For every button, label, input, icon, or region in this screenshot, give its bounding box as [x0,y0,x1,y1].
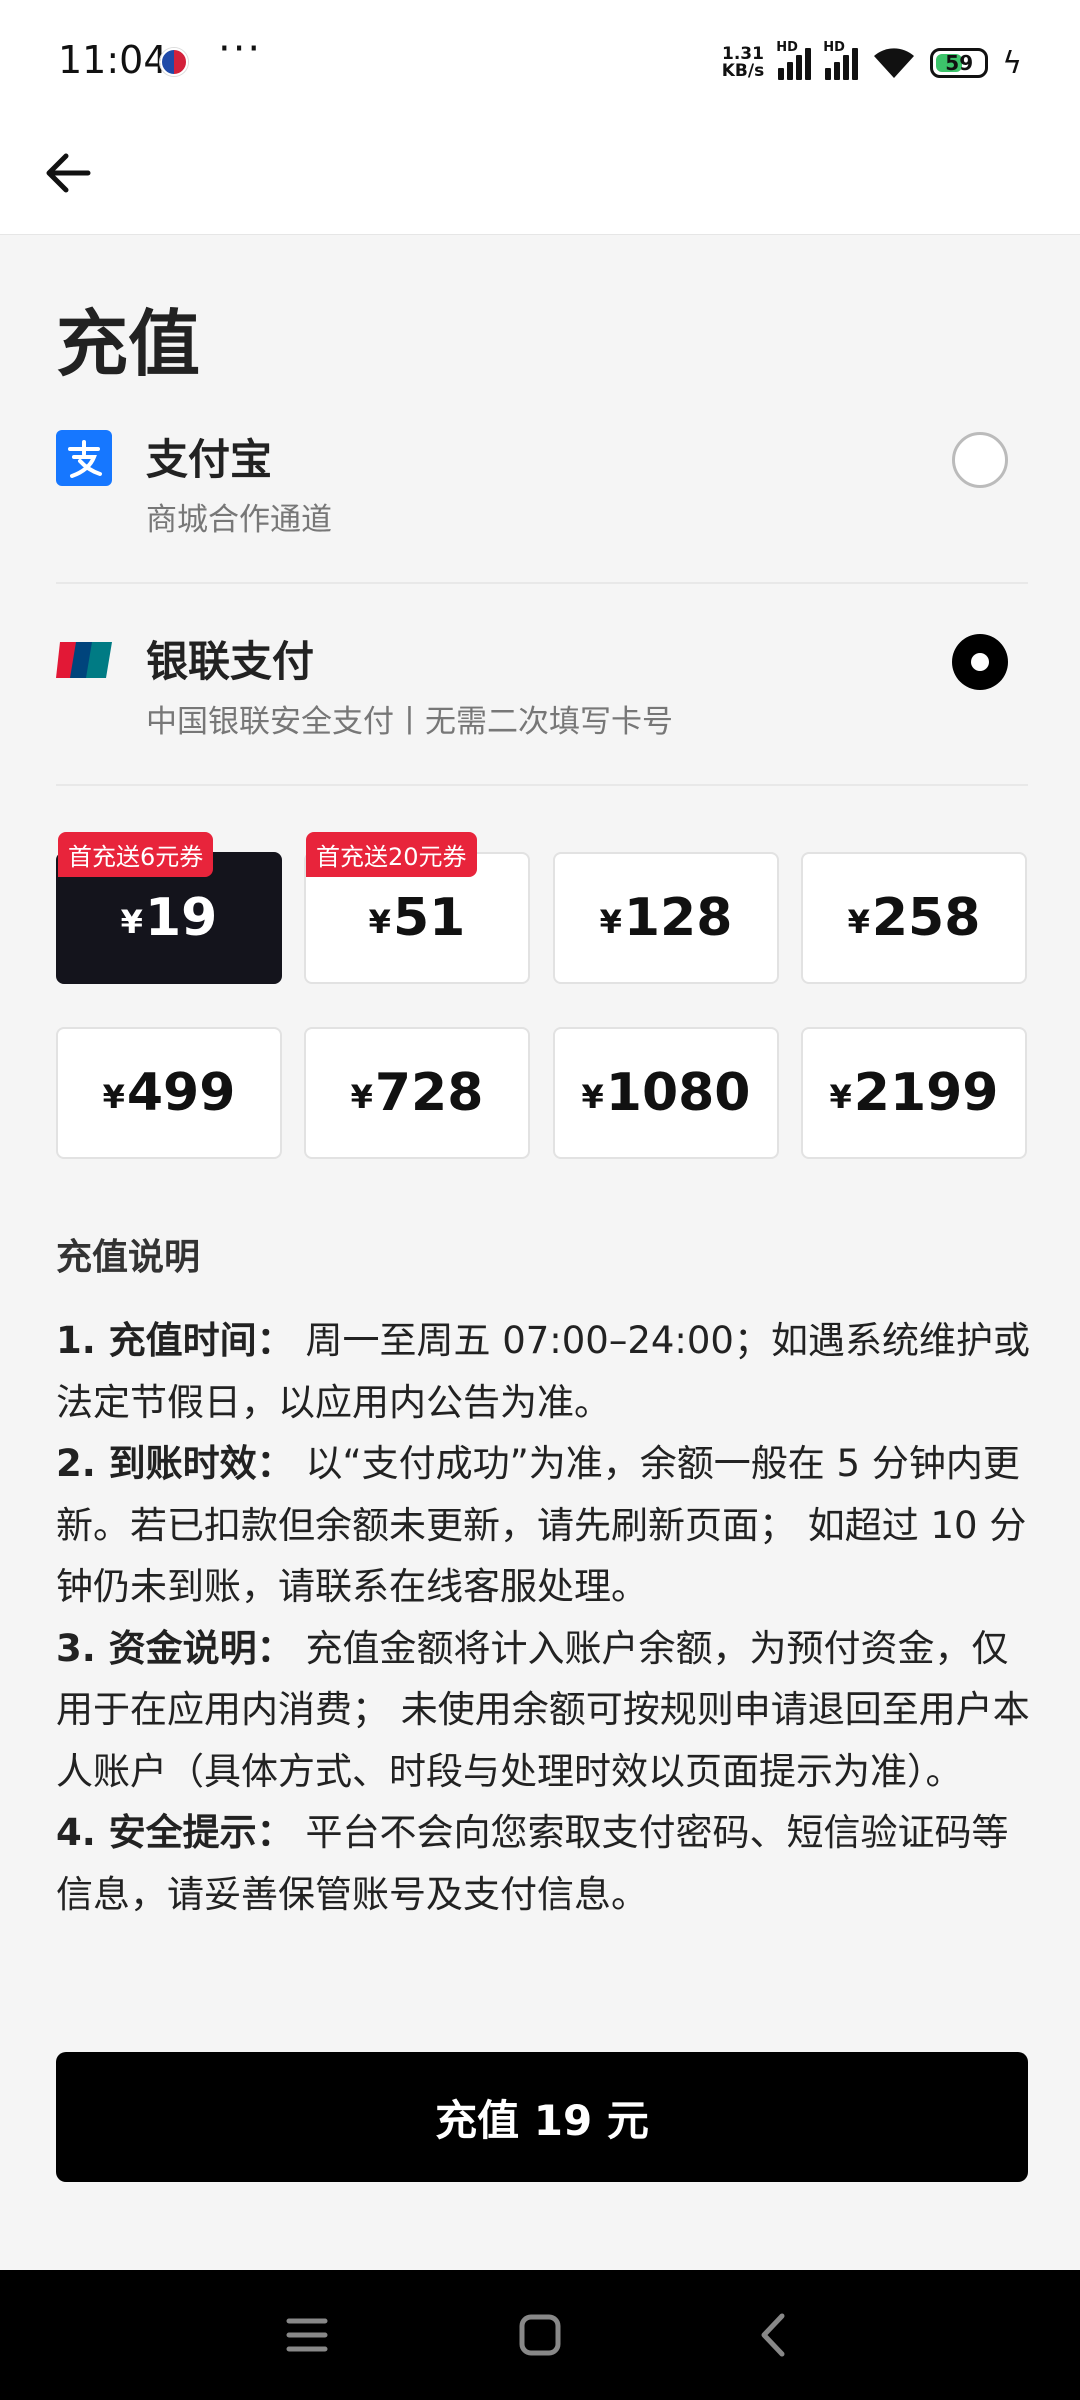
charging-icon: ϟ [1002,45,1022,81]
description-item: 4. 安全提示： 平台不会向您索取支付密码、短信验证码等信息，请妥善保管账号及支… [56,1811,1009,1916]
back-chevron-icon[interactable] [713,2270,833,2400]
radio-alipay[interactable] [952,432,1008,488]
signal-icon: HD [776,40,812,80]
alipay-icon [56,430,112,486]
description-item: 3. 资金说明： 充值金额将计入账户余额，为预付资金，仅用于在应用内消费； 未使… [56,1626,1030,1793]
divider [56,784,1028,786]
amount-option-128[interactable]: ¥128 [553,852,779,984]
network-speed: 1.31 KB/s [721,44,765,81]
payment-subtitle: 中国银联安全支付丨无需二次填写卡号 [146,704,673,740]
radio-unionpay[interactable] [952,634,1008,690]
status-icons: 1.31 KB/s HD HD 59 ϟ [722,40,1022,86]
amount-option-728[interactable]: ¥728 [304,1027,530,1159]
amount-option-19[interactable]: 首充送6元券 ¥19 [56,832,282,984]
amount-option-2199[interactable]: ¥2199 [801,1027,1027,1159]
top-app-bar [0,125,1080,235]
amount-option-1080[interactable]: ¥1080 [553,1027,779,1159]
system-nav-bar [0,2270,1080,2400]
payment-option-unionpay[interactable]: 银联支付 中国银联安全支付丨无需二次填写卡号 [56,620,1028,760]
description-item: 1. 充值时间： 周一至周五 07:00–24:00；如遇系统维护或法定节假日，… [56,1319,1030,1424]
payment-option-alipay[interactable]: 支付宝 商城合作通道 [56,418,1028,558]
unionpay-icon [56,642,112,678]
home-icon[interactable] [480,2270,600,2400]
promo-badge: 首充送20元券 [306,832,477,877]
signal-icon-2: HD [823,40,859,80]
wifi-icon [874,48,915,78]
battery-icon: 59 [930,48,989,78]
recharge-button[interactable]: 充值 19 元 [56,2052,1028,2182]
status-time: 11:04 [58,38,168,82]
description-title: 充值说明 [56,1237,201,1278]
promo-badge: 首充送6元券 [58,832,214,877]
description-item: 2. 到账时效： 以“支付成功”为准，余额一般在 5 分钟内更新。若已扣款但余额… [56,1442,1027,1608]
divider [56,582,1028,584]
page-title: 充值 [56,302,201,386]
app-notification-icon [160,48,188,76]
payment-name: 支付宝 [146,435,273,484]
payment-name: 银联支付 [146,637,315,686]
status-bar: 11:04 ··· 1.31 KB/s HD HD 59 ϟ [0,0,1080,125]
description-list[interactable]: 1. 充值时间： 周一至周五 07:00–24:00；如遇系统维护或法定节假日，… [56,1310,1036,1960]
amount-option-51[interactable]: 首充送20元券 ¥51 [304,832,530,984]
menu-icon[interactable] [247,2270,367,2400]
arrow-left-icon[interactable] [40,145,96,201]
amount-option-499[interactable]: ¥499 [56,1027,282,1159]
payment-subtitle: 商城合作通道 [146,502,332,538]
amount-option-258[interactable]: ¥258 [801,852,1027,984]
more-notifications-icon: ··· [218,26,263,72]
